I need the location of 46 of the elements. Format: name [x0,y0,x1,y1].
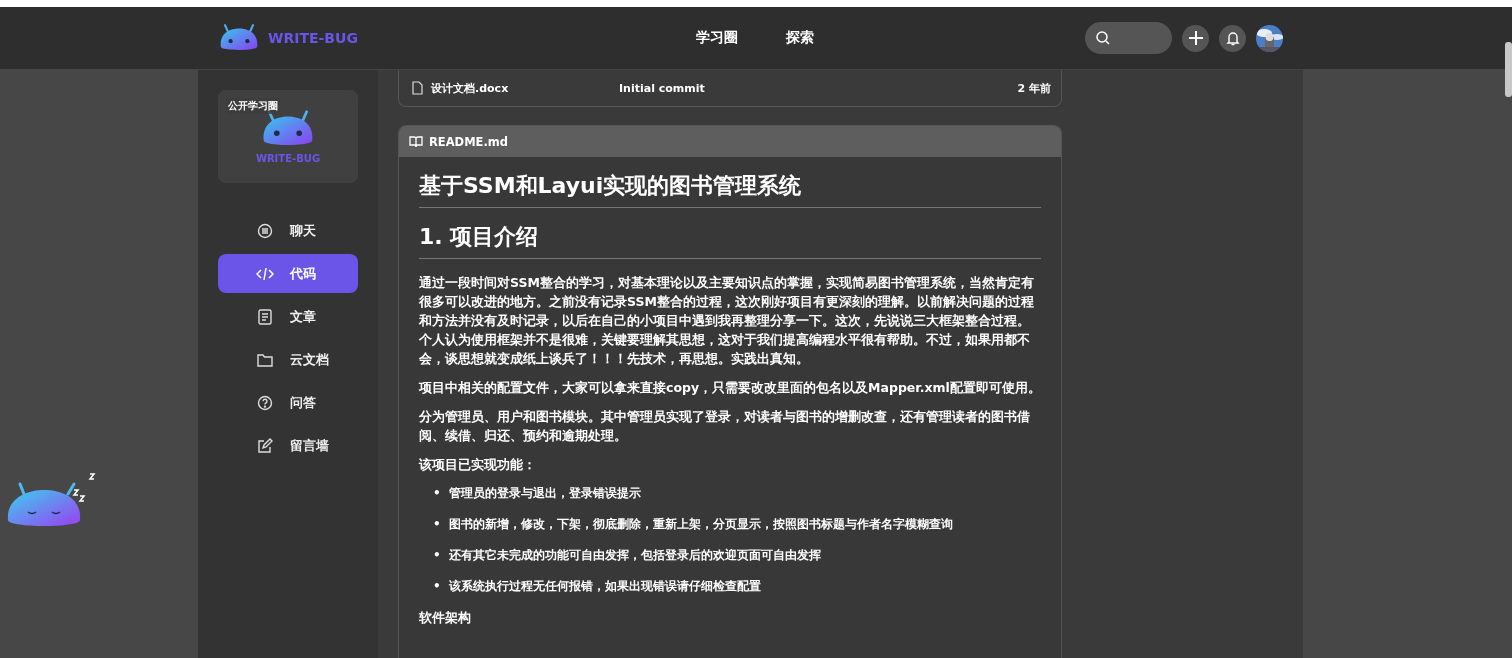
file-icon [412,81,423,95]
feature-list-item: 管理员的登录与退出，登录错误提示 [448,485,641,502]
search-field[interactable] [1085,22,1172,54]
nav-link[interactable]: 学习圈 [690,25,744,51]
robot-logo-icon [218,23,260,53]
feature-list-item: 该系统执行过程无任何报错，如果出现错误请仔细检查配置 [448,578,761,595]
search-icon [1096,31,1110,45]
chat-icon [257,222,273,239]
logo-text: WRITE-BUG [255,152,321,164]
bullet-mark: • [433,547,441,564]
add-button[interactable] [1182,24,1209,52]
commit-message[interactable]: Initial commit [619,81,1010,95]
readme-paragraph: 通过一段时间对SSM整合的学习，对基本理论以及主要知识点的掌握，实现简易图书管理系统，当然肯定有很多可以改进的地方。之前没有记录SSM整合的过程，这次刚好项目有更深刻的理解。以前解决问题的过程和方法并没有及时记录，以后在自己的小项目中遇到我再整理分享一下。这次，先说说三大框架整合过程。个人认为使用框架并不是很难，关键要理解其思想，这对于我们提高编程水平很有帮助。不过，如果用都不会，谈思想就变成纸上谈兵了！！！先技术，再思想。实践出真知。 [419,274,1035,368]
sidebar-item[interactable]: 文章 [218,297,358,336]
file-name[interactable]: 设计文档.docx [431,80,611,96]
readme-heading: 基于SSM和Layui实现的图书管理系统 [419,171,1041,208]
plus-icon [1187,30,1204,46]
code-icon [256,265,274,282]
folder-icon [257,352,273,367]
scrollbar-thumb[interactable] [1505,42,1512,97]
question-icon [257,394,273,411]
readme-filename: README.md [429,134,509,149]
bullet-mark: • [433,485,441,502]
bullet-mark: • [433,578,441,595]
sidebar-item[interactable]: 代码 [218,254,358,293]
feature-list-item: 还有其它未完成的功能可自由发挥，包括登录后的欢迎页面可自由发挥 [448,547,821,564]
group-card[interactable]: 公开学习圈 WRITE-BUG [218,90,358,183]
edit-icon [257,437,273,454]
sidebar-item[interactable]: 云文档 [218,340,358,379]
bell-icon [1225,30,1240,46]
readme-heading: 1. 项目介绍 [419,222,1041,259]
book-icon [409,135,423,148]
readme-paragraph: 软件架构 [419,609,472,627]
nav-link[interactable]: 探索 [780,25,820,51]
readme-paragraph: 该项目已实现功能： [419,456,537,474]
bullet-mark: • [433,516,441,533]
document-icon [258,308,272,325]
sidebar-item[interactable]: 聊天 [218,211,358,250]
readme-paragraph: 项目中相关的配置文件，大家可以拿来直接copy，只需要改改里面的包名以及Mapper.xml配置即可使用。 [419,379,1041,397]
readme-paragraph: 分为管理员、用户和图书模块。其中管理员实现了登录，对读者与图书的增删改查，还有管理读者的图书借阅、续借、归还、预约和逾期处理。 [419,408,1031,445]
feature-list-item: 图书的新增，修改，下架，彻底删除，重新上架，分页显示，按照图书标题与作者名字模糊查询 [448,516,953,533]
sidebar-item[interactable]: 留言墙 [218,426,358,465]
file-time: 2 年前 [1017,80,1051,96]
notification-button[interactable] [1219,24,1246,52]
sidebar-item[interactable]: 问答 [218,383,358,422]
public-badge: 公开学习圈 [226,98,280,114]
